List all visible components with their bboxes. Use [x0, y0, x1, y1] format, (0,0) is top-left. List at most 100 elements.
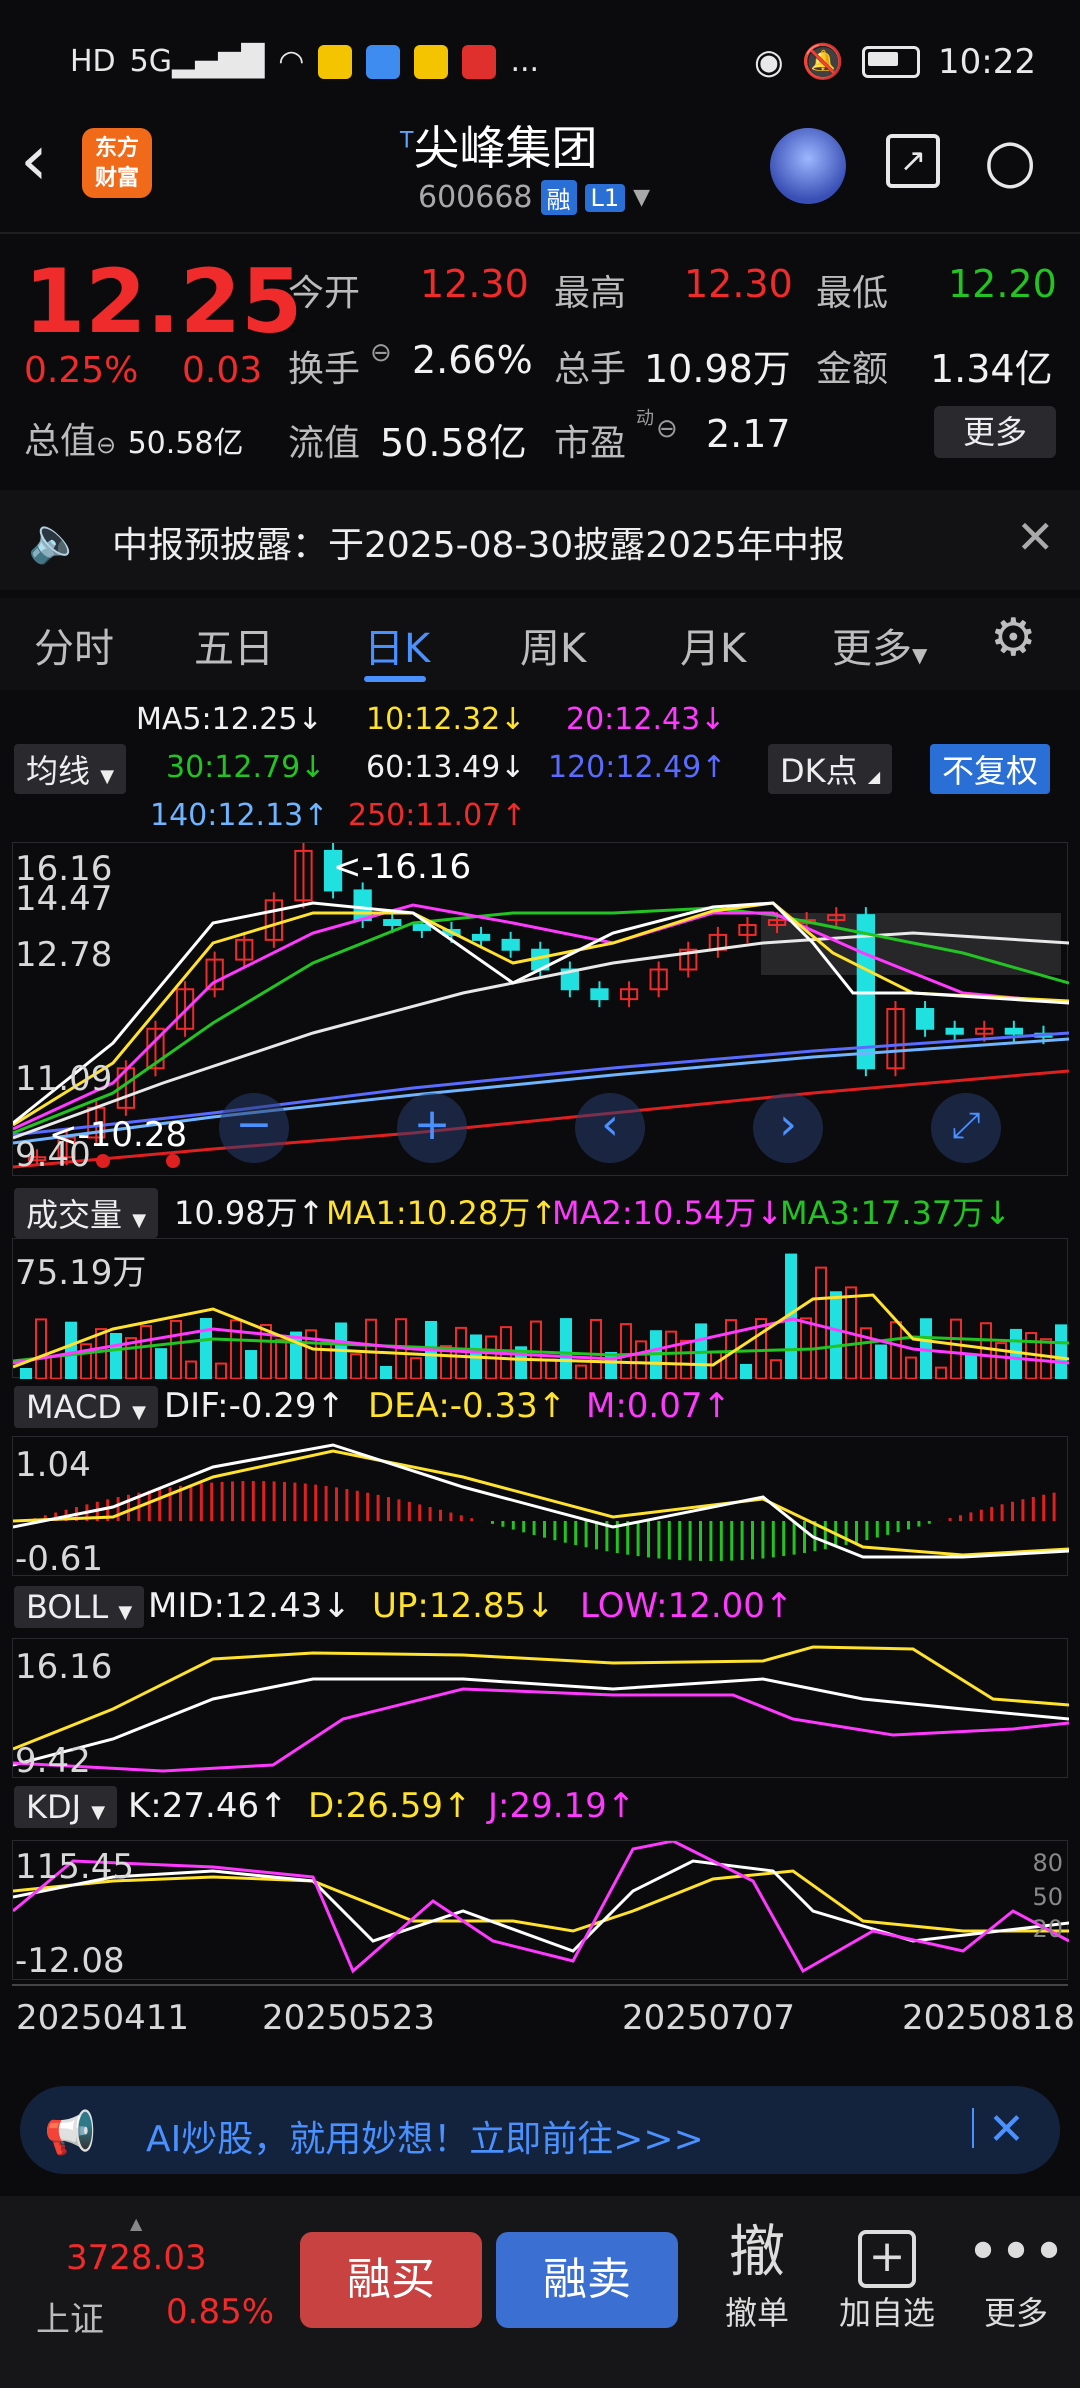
- kdj-ref-20: 20: [1032, 1915, 1063, 1943]
- ma20-legend: 20:12.43↓: [566, 702, 726, 737]
- tab-daily-k[interactable]: 日K: [364, 616, 430, 674]
- pan-right-icon[interactable]: ›: [753, 1093, 823, 1163]
- tab-five-day[interactable]: 五日: [194, 616, 274, 674]
- margin-sell-button[interactable]: 融卖: [496, 2232, 678, 2328]
- tab-monthly-k[interactable]: 月K: [680, 616, 746, 674]
- search-icon[interactable]: ○: [984, 126, 1036, 196]
- volume-chart: [13, 1253, 1069, 1379]
- tab-more[interactable]: 更多▼: [832, 616, 927, 674]
- no-adjust-button[interactable]: 不复权: [930, 744, 1051, 794]
- index-name[interactable]: 上证: [36, 2292, 104, 2341]
- boll-panel[interactable]: 16.16 9.42: [12, 1638, 1069, 1781]
- kline-panel[interactable]: 16.16 14.47 12.78 11.09 9.40 <-16.16 <-1…: [12, 842, 1069, 1176]
- volume-bar: [575, 1364, 587, 1379]
- zoom-in-icon[interactable]: +: [397, 1093, 467, 1163]
- pan-left-icon[interactable]: ‹: [575, 1093, 645, 1163]
- volume-selector[interactable]: 成交量 ▼: [14, 1188, 159, 1238]
- macd-bar: [886, 1521, 890, 1535]
- ma140-legend: 140:12.13↑: [150, 798, 329, 833]
- kdj-selector[interactable]: KDJ ▼: [14, 1786, 118, 1828]
- macd-bar: [449, 1512, 453, 1521]
- tab-weekly-k[interactable]: 周K: [520, 616, 586, 674]
- macd-bar: [782, 1521, 786, 1557]
- macd-bar: [699, 1521, 702, 1561]
- macd-bar: [366, 1492, 370, 1521]
- back-icon[interactable]: ‹: [20, 120, 80, 210]
- volume-bar: [680, 1339, 692, 1379]
- kdj-panel[interactable]: 115.45 -12.08 80 50 20: [12, 1840, 1069, 1981]
- macd-bar: [439, 1509, 442, 1521]
- macd-bar: [626, 1521, 630, 1555]
- macd-bar: [948, 1518, 952, 1521]
- volume-bar: [635, 1340, 647, 1379]
- macd-chip-label: MACD: [26, 1388, 122, 1426]
- macd-axis-bottom: -0.61: [15, 1539, 103, 1579]
- index-value[interactable]: 3728.03: [66, 2238, 207, 2278]
- fullscreen-icon[interactable]: ⤢: [931, 1093, 1001, 1163]
- ai-banner-text[interactable]: AI炒股，就用妙想！立即前往>>>: [146, 2110, 704, 2162]
- macd-bar: [678, 1521, 682, 1561]
- cancel-order-button[interactable]: 撤 撤单: [712, 2218, 802, 2334]
- candle: [412, 924, 432, 931]
- turnover-info-icon[interactable]: ⊖: [370, 338, 392, 368]
- zoom-out-icon[interactable]: −: [219, 1093, 289, 1163]
- volume-panel[interactable]: 75.19万: [12, 1238, 1069, 1379]
- tab-intraday[interactable]: 分时: [34, 616, 114, 674]
- macd-bar: [823, 1521, 827, 1550]
- wifi-icon: ◠: [278, 44, 305, 79]
- volume-bar: [530, 1320, 542, 1379]
- close-icon[interactable]: ✕: [988, 2104, 1025, 2155]
- notice-text[interactable]: 中报预披露：于2025-08-30披露2025年中报: [112, 516, 845, 568]
- margin-tag: 融: [540, 180, 577, 215]
- more-quote-button[interactable]: 更多: [934, 406, 1056, 458]
- volume-bar: [200, 1318, 212, 1379]
- divider: [0, 232, 1080, 234]
- pe-info-icon[interactable]: ⊖: [656, 414, 678, 444]
- open-value: 12.30: [420, 262, 529, 306]
- hd-icon: HD: [70, 44, 116, 79]
- boll-up-legend: UP:12.85↓: [372, 1586, 555, 1626]
- macd-bar: [657, 1521, 661, 1559]
- min-price-marker: <-10.28: [49, 1115, 188, 1155]
- kdj-axis-bottom: -12.08: [15, 1941, 125, 1981]
- volume-bar: [605, 1351, 617, 1379]
- megaphone-icon: 📢: [44, 2108, 97, 2157]
- macd-bar: [283, 1481, 286, 1521]
- high-value: 12.30: [684, 262, 793, 306]
- more-button[interactable]: ••• 更多: [966, 2218, 1066, 2334]
- macd-bar: [303, 1483, 307, 1521]
- macd-bar: [553, 1521, 557, 1541]
- volume-bar: [95, 1328, 107, 1379]
- info-icon[interactable]: ⊖: [96, 431, 116, 459]
- macd-bar: [376, 1494, 380, 1521]
- macd-bar: [543, 1521, 546, 1538]
- candle: [383, 919, 402, 927]
- boll-selector[interactable]: BOLL ▼: [14, 1586, 145, 1628]
- stock-code-row[interactable]: 600668 融 L1 ▼: [418, 180, 650, 215]
- ai-robot-icon[interactable]: [770, 128, 846, 204]
- macd-bar: [387, 1497, 390, 1521]
- macd-bar: [345, 1488, 349, 1521]
- dk-point-button[interactable]: DK点 ◢: [768, 744, 893, 794]
- macd-bar: [231, 1481, 234, 1521]
- macd-bar: [262, 1481, 266, 1521]
- tab-more-label: 更多: [832, 626, 912, 672]
- gear-icon[interactable]: ⚙: [990, 608, 1037, 668]
- float-cap-label: 流值: [288, 423, 361, 464]
- add-watchlist-button[interactable]: + 加自选: [832, 2218, 942, 2334]
- ma-selector[interactable]: 均线 ▼: [14, 744, 127, 794]
- index-percent[interactable]: 0.85%: [166, 2292, 274, 2332]
- close-icon[interactable]: ✕: [1016, 510, 1055, 564]
- ma10-legend: 10:12.32↓: [366, 702, 526, 737]
- macd-bar: [470, 1518, 474, 1521]
- date-label-3: 20250707: [622, 1998, 796, 2038]
- stock-title[interactable]: T尖峰集团: [400, 112, 720, 178]
- current-price: 12.25: [24, 250, 303, 353]
- title-prefix: T: [400, 128, 414, 154]
- dk-label: DK点: [780, 752, 858, 790]
- macd-panel[interactable]: 1.04 -0.61: [12, 1436, 1069, 1579]
- macd-selector[interactable]: MACD ▼: [14, 1386, 158, 1428]
- margin-buy-button[interactable]: 融买: [300, 2232, 482, 2328]
- boll-axis-top: 16.16: [15, 1647, 113, 1687]
- share-icon[interactable]: ↗: [886, 134, 940, 188]
